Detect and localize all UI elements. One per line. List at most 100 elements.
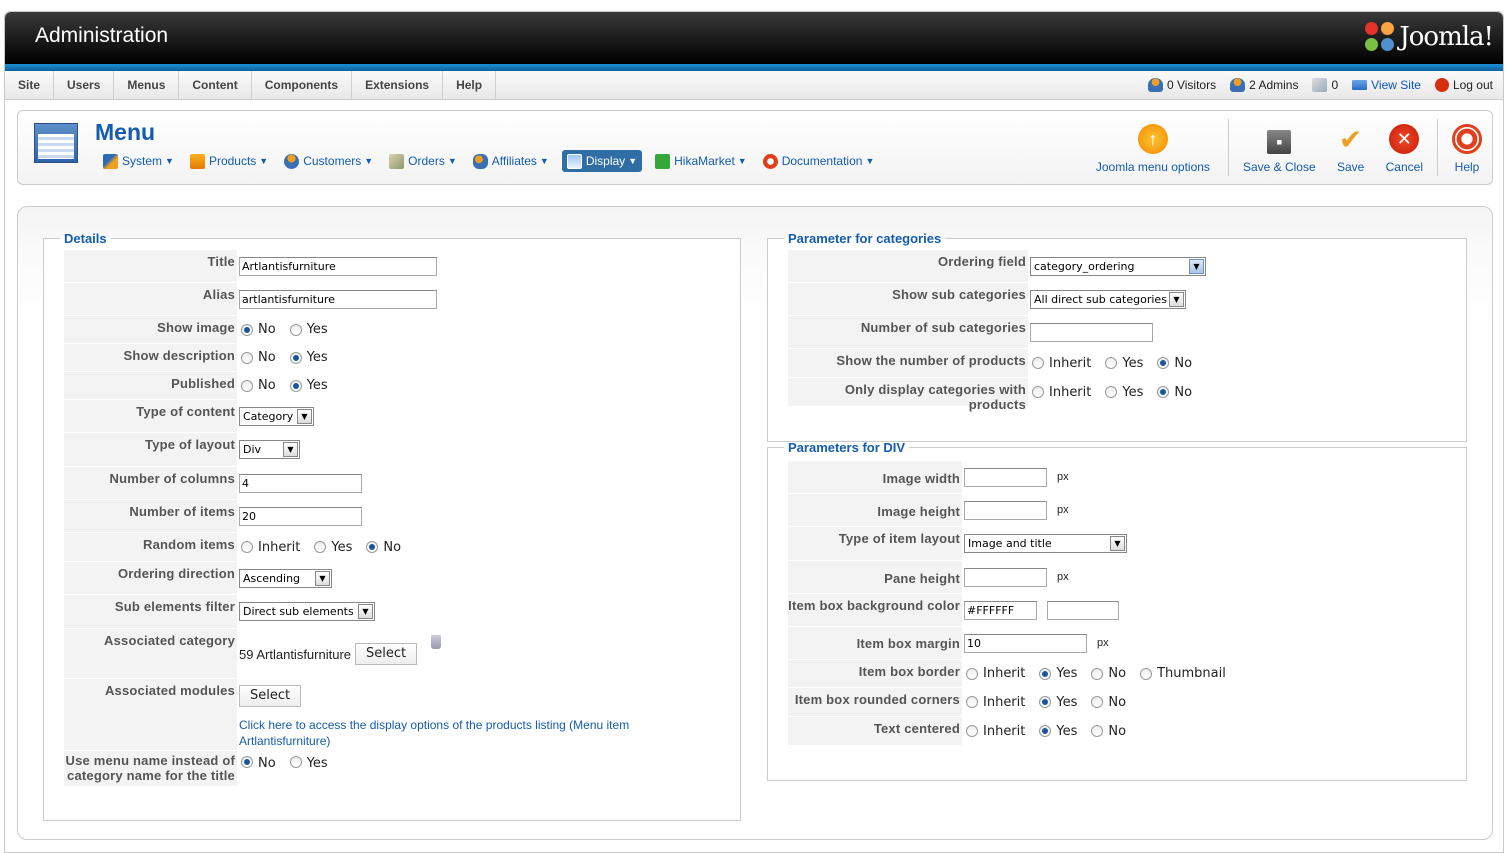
border-thumbnail-radio[interactable]: [1140, 667, 1153, 680]
alias-input[interactable]: artlantisfurniture: [239, 289, 437, 309]
use-menu-name-yes-radio[interactable]: [289, 756, 302, 768]
show-description-row: Show description No Yes: [64, 344, 740, 372]
color-preview-swatch[interactable]: [1047, 600, 1119, 620]
rounded-yes-radio[interactable]: [1039, 696, 1052, 708]
submenu-documentation[interactable]: Documentation ▼: [760, 150, 878, 172]
submenu-hikamarket[interactable]: HikaMarket ▼: [652, 150, 750, 172]
main-menubar: Site Users Menus Content Components Exte…: [5, 71, 1503, 100]
only-display-no-radio[interactable]: [1157, 386, 1170, 398]
trash-icon[interactable]: [431, 635, 442, 649]
menu-components[interactable]: Components: [252, 71, 353, 99]
only-display-options: Inherit Yes No: [1028, 378, 1204, 406]
only-display-yes-radio[interactable]: [1105, 386, 1118, 398]
image-height-input[interactable]: [964, 500, 1047, 520]
pane-height-input[interactable]: [964, 567, 1047, 587]
show-sub-select[interactable]: All direct sub categories ▼: [1030, 289, 1186, 309]
centered-yes-radio[interactable]: [1039, 725, 1052, 737]
show-image-yes-radio[interactable]: [289, 323, 302, 336]
sub-filter-select[interactable]: Direct sub elements ▼: [239, 602, 375, 621]
type-content-select[interactable]: Category ▼: [239, 406, 314, 426]
save-close-button[interactable]: ▪ Save & Close: [1233, 111, 1326, 184]
assoc-modules-select-button[interactable]: Select: [239, 685, 302, 707]
show-description-yes-radio[interactable]: [289, 351, 302, 364]
image-width-input[interactable]: [964, 467, 1047, 487]
rounded-inherit-radio[interactable]: [966, 696, 978, 708]
help-button[interactable]: Help: [1442, 111, 1492, 184]
published-yes-radio[interactable]: [289, 379, 302, 392]
radio-label: No: [1108, 723, 1127, 739]
ordering-field-select[interactable]: category_ordering ▼: [1030, 256, 1206, 276]
show-num-products-yes-radio[interactable]: [1105, 357, 1118, 369]
centered-inherit-radio[interactable]: [966, 725, 978, 737]
px-unit: px: [1057, 571, 1069, 583]
cancel-button[interactable]: ✕ Cancel: [1376, 111, 1433, 184]
chevron-down-icon: ▼: [865, 156, 875, 166]
submenu-affiliates[interactable]: Affiliates ▼: [470, 150, 552, 172]
visitors-count: 0 Visitors: [1166, 78, 1217, 92]
radio-label: Yes: [1122, 384, 1144, 400]
random-items-inherit-radio[interactable]: [241, 541, 253, 553]
pane-height-row: Pane height px: [788, 561, 1466, 594]
page-title: Menu: [95, 119, 156, 145]
submenu-orders[interactable]: Orders ▼: [386, 150, 460, 172]
num-items-input[interactable]: 20: [239, 506, 362, 526]
use-menu-name-label: Use menu name instead of category name f…: [64, 751, 237, 786]
menu-users[interactable]: Users: [54, 71, 115, 99]
only-display-inherit-radio[interactable]: [1032, 386, 1044, 398]
logout-link[interactable]: Log out: [1434, 78, 1493, 92]
rounded-no-radio[interactable]: [1091, 696, 1104, 708]
submenu-system[interactable]: System ▼: [100, 150, 177, 172]
margin-label: Item box margin: [788, 627, 962, 659]
bg-color-row: Item box background color #FFFFFF: [788, 594, 1466, 627]
border-yes-radio[interactable]: [1039, 667, 1052, 680]
chevron-down-icon: ▼: [315, 570, 330, 586]
border-inherit-radio[interactable]: [966, 667, 978, 680]
submenu-display[interactable]: Display ▼: [561, 150, 643, 172]
details-fieldset: Details Title Artlantisfurniture Alias a…: [43, 231, 741, 821]
ordering-direction-select[interactable]: Ascending ▼: [239, 568, 332, 588]
num-sub-input[interactable]: [1030, 322, 1153, 342]
radio-label: Inherit: [1049, 355, 1092, 371]
type-layout-select[interactable]: Div ▼: [239, 440, 300, 459]
random-items-yes-radio[interactable]: [314, 541, 327, 553]
show-num-products-inherit-radio[interactable]: [1032, 357, 1044, 369]
bg-color-input[interactable]: #FFFFFF: [964, 600, 1037, 620]
menu-content[interactable]: Content: [179, 71, 252, 99]
menu-help[interactable]: Help: [443, 71, 497, 99]
radio-label: Yes: [331, 539, 353, 555]
rounded-row: Item box rounded corners Inherit Yes No: [788, 688, 1466, 717]
margin-row: Item box margin 10 px: [788, 627, 1466, 660]
published-options: No Yes: [237, 372, 340, 399]
border-no-radio[interactable]: [1091, 667, 1104, 680]
centered-no-radio[interactable]: [1091, 725, 1104, 737]
save-close-label: Save & Close: [1242, 160, 1316, 174]
show-num-products-no-radio[interactable]: [1157, 357, 1170, 369]
use-menu-name-no-radio[interactable]: [241, 756, 253, 768]
alias-label: Alias: [64, 283, 237, 315]
view-site-link[interactable]: View Site: [1352, 78, 1421, 92]
show-description-no-radio[interactable]: [241, 351, 253, 364]
save-button[interactable]: ✔ Save: [1326, 111, 1376, 184]
menu-menus[interactable]: Menus: [114, 71, 180, 99]
submenu-products[interactable]: Products ▼: [187, 150, 271, 172]
menu-options-button[interactable]: ↑ Joomla menu options: [1086, 111, 1224, 184]
customers-icon: [284, 153, 300, 169]
random-items-no-radio[interactable]: [366, 541, 379, 553]
random-items-label: Random items: [64, 533, 237, 561]
item-layout-select[interactable]: Image and title ▼: [964, 534, 1127, 553]
margin-input[interactable]: 10: [964, 633, 1087, 653]
messages-status[interactable]: 0: [1312, 78, 1338, 92]
title-input[interactable]: Artlantisfurniture: [239, 256, 437, 276]
published-no-radio[interactable]: [241, 379, 253, 392]
select-value: Image and title: [968, 537, 1052, 550]
menu-site[interactable]: Site: [5, 71, 55, 99]
display-options-link[interactable]: Click here to access the display options…: [239, 717, 679, 749]
menu-extensions[interactable]: Extensions: [352, 71, 444, 99]
display-icon: [566, 153, 582, 169]
num-columns-input[interactable]: 4: [239, 473, 362, 493]
assoc-category-select-button[interactable]: Select: [355, 643, 418, 665]
show-image-no-radio[interactable]: [241, 323, 253, 336]
logout-label: Log out: [1452, 78, 1493, 92]
submenu-customers[interactable]: Customers ▼: [281, 150, 376, 172]
div-legend: Parameters for DIV: [788, 440, 906, 455]
